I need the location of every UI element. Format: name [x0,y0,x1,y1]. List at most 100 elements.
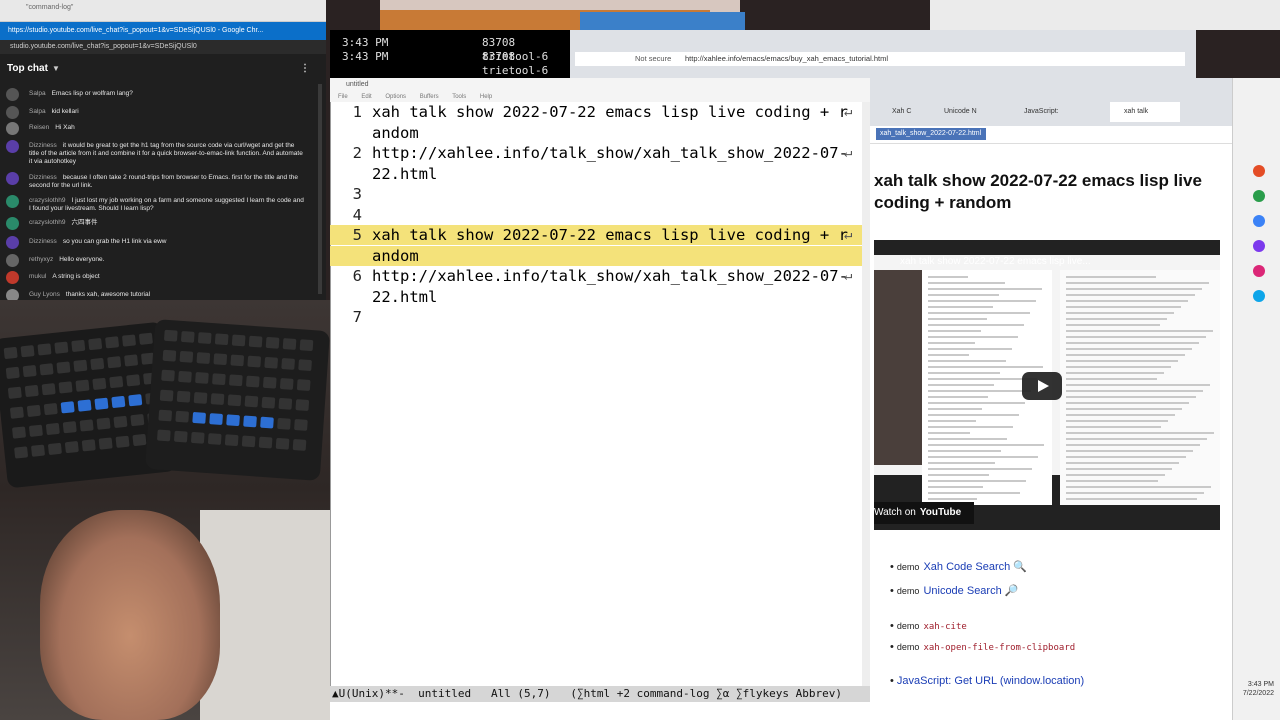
video-code-line [928,354,969,356]
emacs-menubar: File Edit Options Buffers Tools Help [330,92,874,102]
tab-unicode[interactable]: Unicode N [930,102,977,122]
avatar[interactable] [6,217,19,230]
menu-edit[interactable]: Edit [361,94,371,100]
tab-xah-code[interactable]: Xah C [878,102,911,122]
chevron-down-icon[interactable]: ▼ [52,64,60,73]
keyboard-key [178,370,192,383]
menu-tools[interactable]: Tools [452,94,466,100]
chat-url-bar[interactable]: studio.youtube.com/live_chat?is_popout=1… [0,40,326,54]
chat-author[interactable]: crazyslothh9 [29,197,66,204]
chat-author[interactable]: Dizziness [29,142,57,149]
chat-author[interactable]: Salpa [29,108,46,115]
chat-scrollbar[interactable] [318,84,322,294]
avatar[interactable] [6,195,19,208]
background-address-bar[interactable]: Not secure http://xahlee.info/emacs/emac… [575,52,1185,66]
video-text-line [1066,342,1199,344]
chat-titlebar: "command-log" [0,0,326,22]
keyboard-key [124,354,139,367]
keyboard-key [224,434,239,447]
menu-buffers[interactable]: Buffers [420,94,439,100]
chat-author[interactable]: Guy Lyons [29,291,60,298]
javascript-get-url-link[interactable]: JavaScript: Get URL (window.location) [897,675,1084,687]
video-text-line [1066,348,1192,350]
watch-on-youtube-button[interactable]: Watch on YouTube [874,502,974,524]
app-icon[interactable] [1253,215,1265,227]
app-icon[interactable] [1253,190,1265,202]
app-icon[interactable] [1253,265,1265,277]
chat-author[interactable]: mukul [29,273,46,280]
keyboard-key [279,377,294,390]
chat-author[interactable]: Reisen [29,124,49,131]
app-icon[interactable] [1253,240,1265,252]
video-text-line [1066,294,1195,296]
emacs-buffer[interactable]: 1 xah talk show 2022-07-22 emacs lisp liv… [330,102,862,686]
keyboard-key [54,341,69,354]
more-options-icon[interactable]: ⋮ [300,58,310,80]
video-code-line [928,378,1037,380]
keyboard-key [98,437,113,450]
avatar[interactable] [6,254,19,267]
video-code-line [928,300,1036,302]
clock-date: 7/22/2022 [1242,690,1274,697]
keyboard-key [14,446,29,459]
video-text-line [1066,336,1206,338]
line-number: 6 [352,267,362,285]
browser-address-bar[interactable]: xah_talk_show_2022-07-22.html [870,126,1232,144]
keyboard-key [230,354,245,367]
xah-code-search-link[interactable]: Xah Code Search 🔍 [923,561,1027,573]
keyboard-key [79,419,94,432]
avatar[interactable] [6,172,19,185]
menu-file[interactable]: File [338,94,348,100]
chat-text: because I often take 2 round-trips from … [29,174,299,189]
keyboard-key [180,330,195,343]
avatar[interactable] [6,122,19,135]
avatar[interactable] [6,271,19,284]
app-icon[interactable] [1253,290,1265,302]
wrap-indicator-icon: ↵ [844,145,853,161]
menu-options[interactable]: Options [385,94,406,100]
video-code-line [928,372,1000,374]
chat-author[interactable]: crazyslothh9 [29,219,66,226]
video-code-line [928,432,970,434]
video-text-line [1066,432,1214,434]
avatar[interactable] [6,106,19,119]
video-code-line [928,462,995,464]
brave-icon[interactable] [1253,165,1265,177]
menu-help[interactable]: Help [480,94,492,100]
unicode-search-link[interactable]: Unicode Search 🔎 [923,585,1018,597]
keyboard-key [298,359,312,372]
play-icon[interactable] [1022,372,1062,400]
line-number: 2 [352,144,362,162]
emacs-minibuffer[interactable] [330,702,874,720]
chat-author[interactable]: Dizziness [29,238,57,245]
video-code-line [928,294,999,296]
buffer-line: 2 http://xahlee.info/talk_show/xah_talk_s… [330,143,862,163]
avatar[interactable] [6,236,19,249]
wrap-indicator-icon: ↵ [844,268,853,284]
chat-header[interactable]: Top chat ▼ ⋮ [0,58,320,80]
video-text-line [1066,288,1202,290]
video-text-line [1066,480,1158,482]
video-text-line [1066,324,1160,326]
avatar[interactable] [6,140,19,153]
buffer-line: 7 [330,307,862,327]
keyboard-key [81,439,96,452]
tab-xah-talk[interactable]: xah talk [1110,102,1180,122]
chat-author[interactable]: rethyxyz [29,256,53,263]
avatar[interactable] [6,88,19,101]
buffer-line: andom [330,123,862,143]
line-number: 3 [352,185,362,203]
tab-javascript[interactable]: JavaScript: [1010,102,1059,122]
chat-author[interactable]: Dizziness [29,174,57,181]
code-xah-cite: xah-cite [923,622,967,632]
keyboard-key [231,334,246,347]
video-code-line [928,414,1019,416]
keyboard-key [264,356,279,369]
clock-time: 3:43 PM [1247,681,1274,688]
keyboard-key [214,333,229,346]
keyboard-key [294,419,308,431]
chat-browser-titlebar: https://studio.youtube.com/live_chat?is_… [0,22,326,40]
chat-author[interactable]: Salpa [29,90,46,97]
keyboard-key [243,415,257,428]
keyboard-key [73,359,88,372]
